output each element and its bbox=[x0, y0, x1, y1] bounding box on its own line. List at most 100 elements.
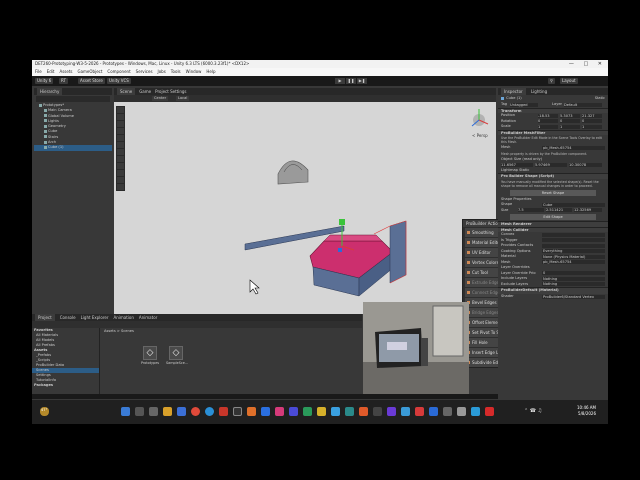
reset-shape-button[interactable]: Reset Shape bbox=[510, 189, 596, 196]
app-icon[interactable] bbox=[289, 407, 298, 416]
app-icon[interactable] bbox=[387, 407, 396, 416]
menu-assets[interactable]: Assets bbox=[59, 69, 72, 74]
collider-row-value[interactable] bbox=[542, 238, 605, 243]
menu-tools[interactable]: Tools bbox=[171, 69, 181, 74]
position-x-field[interactable]: -18.53 bbox=[538, 113, 558, 118]
unity-account-button[interactable]: Unity 6 bbox=[35, 78, 54, 84]
tab-project[interactable]: Project bbox=[35, 314, 55, 321]
tab-lighting[interactable]: Lighting bbox=[531, 89, 547, 94]
app-icon[interactable] bbox=[303, 407, 312, 416]
layer-override-value[interactable]: 0 bbox=[542, 271, 605, 276]
scale-z-field[interactable]: 1 bbox=[582, 124, 602, 129]
clock-time[interactable]: 10:46 AM bbox=[572, 405, 596, 410]
scene-tool-button[interactable] bbox=[117, 170, 124, 176]
scene-tool-button[interactable] bbox=[117, 121, 124, 127]
scene-tool-button[interactable] bbox=[117, 184, 124, 190]
app-icon[interactable] bbox=[247, 407, 256, 416]
hierarchy-search-input[interactable] bbox=[36, 96, 110, 102]
search-icon[interactable]: ⚲ bbox=[548, 78, 555, 84]
tab-animation[interactable]: Animation bbox=[114, 315, 134, 320]
pbshape-header[interactable]: Pro Builder Shape (Script) bbox=[498, 173, 608, 179]
rotation-y-field[interactable]: 0 bbox=[560, 119, 580, 124]
menu-jobs[interactable]: Jobs bbox=[158, 69, 166, 74]
static-toggle[interactable]: Static bbox=[595, 95, 605, 102]
space-dropdown[interactable]: Local bbox=[176, 96, 190, 101]
material-header[interactable]: ProBuilderDefault (Material) bbox=[498, 287, 608, 294]
scene-asset-prototypes[interactable]: ◇ Prototypes bbox=[140, 346, 160, 365]
edge-icon[interactable] bbox=[205, 407, 214, 416]
tab-scene[interactable]: Scene bbox=[117, 88, 136, 95]
scene-tool-button[interactable] bbox=[117, 156, 124, 162]
menu-services[interactable]: Services bbox=[136, 69, 153, 74]
collider-row-value[interactable] bbox=[542, 232, 605, 237]
app-icon[interactable] bbox=[275, 407, 284, 416]
layout-dropdown[interactable]: Layout bbox=[560, 78, 578, 84]
layer-dropdown[interactable]: Default bbox=[564, 102, 602, 107]
menu-file[interactable]: File bbox=[35, 69, 42, 74]
object-name-field[interactable]: Cube (1) bbox=[506, 96, 522, 100]
project-breadcrumb[interactable]: Assets > Scenes bbox=[104, 329, 134, 333]
collider-row-value[interactable]: pb_Mesh-65754 bbox=[542, 260, 605, 265]
play-button[interactable]: ▶ bbox=[335, 78, 345, 84]
scene-tool-button[interactable] bbox=[117, 149, 124, 155]
file-explorer-icon[interactable] bbox=[163, 407, 172, 416]
scene-tool-button[interactable] bbox=[117, 128, 124, 134]
task-view-icon[interactable] bbox=[149, 407, 158, 416]
pivot-dropdown[interactable]: Center bbox=[152, 96, 169, 101]
layer-override-value[interactable]: Nothing bbox=[542, 282, 605, 287]
menu-edit[interactable]: Edit bbox=[47, 69, 55, 74]
app-icon[interactable] bbox=[359, 407, 368, 416]
app-icon[interactable] bbox=[443, 407, 452, 416]
scene-tool-button[interactable] bbox=[117, 135, 124, 141]
app-icon[interactable] bbox=[471, 407, 480, 416]
shader-dropdown[interactable]: ProBuilder6/Standard Vertex bbox=[542, 294, 605, 299]
shape-size-x-field[interactable]: 7.5 bbox=[518, 208, 544, 213]
shape-size-y-field[interactable]: 2.511421 bbox=[546, 208, 572, 213]
tray-icons[interactable]: ⌃ ☎ ♫ bbox=[524, 408, 542, 414]
app-icon[interactable] bbox=[429, 407, 438, 416]
scene-tool-button[interactable] bbox=[117, 114, 124, 120]
scale-x-field[interactable]: 1 bbox=[538, 124, 558, 129]
tab-project-settings[interactable]: Project Settings bbox=[155, 89, 186, 94]
tab-hierarchy[interactable]: Hierarchy bbox=[37, 88, 63, 95]
app-icon[interactable] bbox=[415, 407, 424, 416]
scene-tool-button[interactable] bbox=[117, 177, 124, 183]
clock-date[interactable]: 5/8/2026 bbox=[572, 411, 596, 416]
scene-tool-button[interactable] bbox=[117, 142, 124, 148]
app-icon[interactable] bbox=[331, 407, 340, 416]
size-y-field[interactable]: 5.97469 bbox=[535, 162, 567, 167]
tab-animator[interactable]: Animator bbox=[139, 315, 157, 320]
position-y-field[interactable]: 5.3073 bbox=[560, 113, 580, 118]
collider-row-value[interactable]: None (Physics Material) bbox=[542, 254, 605, 259]
tab-inspector[interactable]: Inspector bbox=[501, 88, 526, 95]
app-icon[interactable] bbox=[317, 407, 326, 416]
tab-light-explorer[interactable]: Light Explorer bbox=[81, 315, 109, 320]
hierarchy-item[interactable]: Cube (1) bbox=[34, 145, 112, 151]
scale-y-field[interactable]: 1 bbox=[560, 124, 580, 129]
chrome-icon[interactable] bbox=[191, 407, 200, 416]
size-x-field[interactable]: 11.6567 bbox=[501, 162, 533, 167]
rotation-x-field[interactable]: 0 bbox=[538, 119, 558, 124]
unity-icon[interactable] bbox=[233, 407, 242, 416]
meshfilter-header[interactable]: ProBuilder MeshFilter bbox=[498, 129, 608, 135]
menu-window[interactable]: Window bbox=[186, 69, 202, 74]
start-icon[interactable] bbox=[121, 407, 130, 416]
app-icon[interactable] bbox=[485, 407, 494, 416]
tab-game[interactable]: Game bbox=[139, 89, 151, 94]
teams-icon[interactable] bbox=[177, 407, 186, 416]
collider-row-value[interactable]: Everything bbox=[542, 249, 605, 254]
shape-size-z-field[interactable]: 12.32569 bbox=[574, 208, 602, 213]
tag-dropdown[interactable]: Untagged bbox=[510, 102, 538, 107]
scene-viewport[interactable]: < Persp bbox=[114, 102, 496, 314]
step-button[interactable]: ▶❚ bbox=[357, 78, 367, 84]
pause-button[interactable]: ❚❚ bbox=[346, 78, 356, 84]
word-icon[interactable] bbox=[261, 407, 270, 416]
collider-row-value[interactable] bbox=[542, 243, 605, 248]
menu-component[interactable]: Component bbox=[107, 69, 130, 74]
rotation-z-field[interactable]: 0 bbox=[582, 119, 602, 124]
menu-gameobject[interactable]: GameObject bbox=[77, 69, 102, 74]
app-icon[interactable] bbox=[457, 407, 466, 416]
search-icon[interactable] bbox=[135, 407, 144, 416]
layer-override-value[interactable]: Nothing bbox=[542, 276, 605, 281]
edit-shape-button[interactable]: Edit Shape bbox=[510, 214, 596, 220]
